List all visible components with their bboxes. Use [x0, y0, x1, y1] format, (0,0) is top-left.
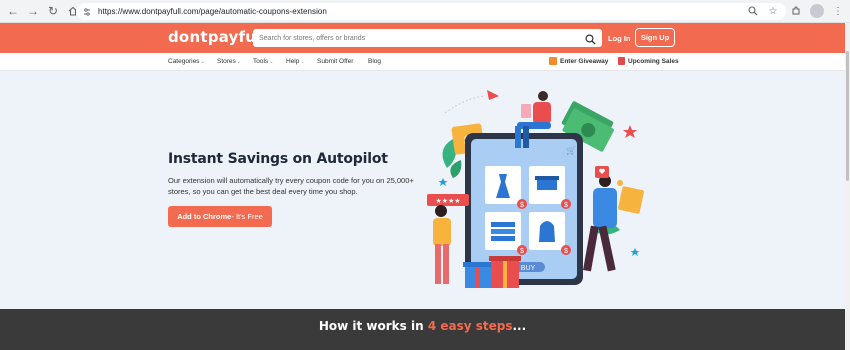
how-title-suffix: ...: [512, 319, 527, 333]
svg-text:$: $: [520, 248, 524, 255]
upcoming-sales-label: Upcoming Sales: [628, 57, 679, 65]
chevron-down-icon: ⌄: [236, 59, 241, 65]
nav-item-submit-offer[interactable]: Submit Offer: [317, 58, 353, 65]
menu-kebab-icon[interactable]: ⋮: [830, 3, 846, 19]
nav-item-help[interactable]: Help⌄: [286, 58, 305, 65]
svg-text:$: $: [564, 202, 568, 209]
how-title-prefix: How it works in: [318, 319, 428, 333]
search-icon[interactable]: [585, 32, 596, 50]
buy-label: BUY: [521, 265, 536, 272]
nav-item-label: Categories: [168, 58, 200, 65]
signup-button[interactable]: Sign Up: [635, 28, 675, 47]
chevron-down-icon: ⌄: [200, 59, 205, 65]
profile-avatar[interactable]: [810, 4, 824, 18]
search-input[interactable]: Search for stores, offers or brands: [253, 29, 602, 47]
paper-plane-icon: [487, 90, 499, 100]
site-logo[interactable]: dontpayfull: [168, 28, 267, 46]
nav-item-label: Help: [286, 58, 300, 65]
upcoming-sales-link[interactable]: Upcoming Sales: [618, 57, 679, 65]
svg-text:🛒: 🛒: [566, 145, 576, 155]
sub-navigation: Categories⌄ Stores⌄ Tools⌄ Help⌄ Submit …: [0, 53, 850, 71]
nav-item-blog[interactable]: Blog: [368, 58, 381, 65]
nav-item-label: Blog: [368, 58, 382, 65]
gift-icon: [549, 57, 557, 65]
chevron-down-icon: ⌄: [269, 59, 274, 65]
browser-toolbar: ← → ↻ https://www.dontpayfull.com/page/a…: [0, 0, 850, 23]
reload-icon[interactable]: ↻: [44, 2, 62, 20]
cta-sub-label: - It's Free: [231, 212, 263, 221]
zoom-icon[interactable]: [746, 4, 760, 18]
nav-item-tools[interactable]: Tools⌄: [253, 58, 273, 65]
svg-text:$: $: [564, 248, 568, 255]
how-it-works-title: How it works in 4 easy steps...: [0, 319, 845, 333]
scrollbar-thumb[interactable]: [846, 51, 849, 181]
nav-item-label: Tools: [253, 58, 269, 65]
how-it-works-section: How it works in 4 easy steps...: [0, 309, 845, 350]
nav-item-label: Stores: [217, 58, 236, 65]
giveaway-link[interactable]: Enter Giveaway: [549, 57, 608, 65]
login-link[interactable]: Log In: [608, 34, 631, 43]
site-header: dontpayfull Search for stores, offers or…: [0, 23, 850, 53]
address-bar[interactable]: https://www.dontpayfull.com/page/automat…: [76, 3, 786, 20]
svg-text:$: $: [520, 202, 524, 209]
svg-text:★★★★: ★★★★: [435, 197, 460, 205]
hero-illustration: $ 🛒 $ $ $ $ BUY ★★★★: [427, 90, 644, 288]
forward-icon[interactable]: →: [24, 2, 42, 20]
nav-item-stores[interactable]: Stores⌄: [217, 58, 241, 65]
extensions-icon[interactable]: [788, 3, 804, 19]
search-placeholder: Search for stores, offers or brands: [259, 34, 366, 42]
how-title-accent: 4 easy steps: [427, 319, 513, 333]
back-icon[interactable]: ←: [4, 2, 22, 20]
shopping-bag-icon: [618, 57, 625, 65]
chevron-down-icon: ⌄: [300, 59, 305, 65]
hero-description: Our extension will automatically try eve…: [168, 176, 414, 196]
url-text: https://www.dontpayfull.com/page/automat…: [98, 7, 327, 16]
hero-title: Instant Savings on Autopilot: [168, 151, 388, 167]
add-to-chrome-button[interactable]: Add to Chrome - It's Free: [168, 206, 272, 227]
site-info-icon[interactable]: [80, 5, 94, 19]
page-scrollbar[interactable]: [845, 23, 850, 350]
nav-item-label: Submit Offer: [317, 58, 354, 65]
bookmark-star-icon[interactable]: ☆: [766, 4, 780, 18]
giveaway-label: Enter Giveaway: [560, 57, 609, 65]
nav-item-categories[interactable]: Categories⌄: [168, 58, 205, 65]
cta-main-label: Add to Chrome: [177, 212, 232, 221]
